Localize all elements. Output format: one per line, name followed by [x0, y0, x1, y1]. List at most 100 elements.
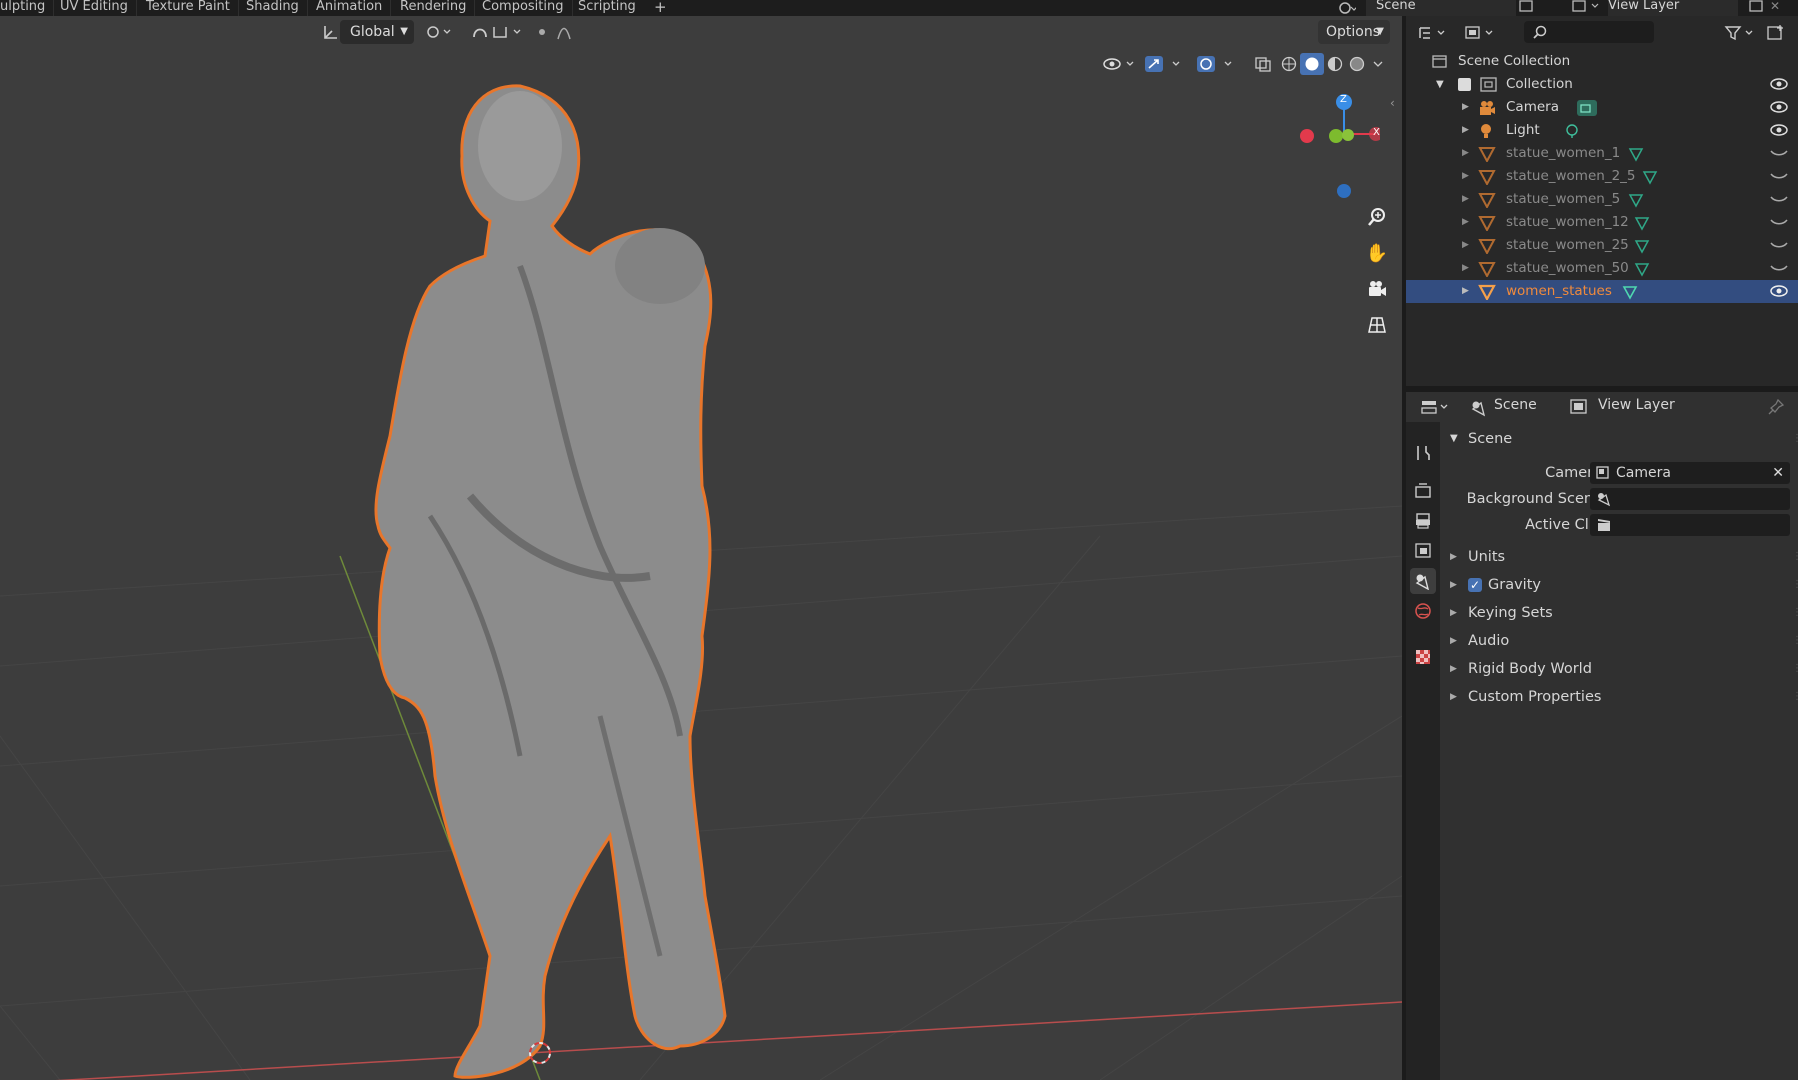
zoom-icon[interactable]: [1362, 202, 1392, 232]
view-layer-tab-icon[interactable]: [1410, 538, 1436, 564]
mesh-data-icon[interactable]: [1622, 285, 1638, 301]
navigation-gizmo[interactable]: Z X: [1290, 86, 1383, 206]
mesh-data-icon[interactable]: [1642, 170, 1658, 186]
expand-arrow-icon[interactable]: ▶: [1450, 572, 1457, 598]
editor-type-icon[interactable]: [1420, 395, 1454, 419]
new-view-layer-icon[interactable]: [1746, 0, 1770, 16]
custom-properties-section[interactable]: ▶ Custom Properties ⋮⋮: [1440, 684, 1798, 710]
drag-handle-icon[interactable]: ⋮⋮: [1792, 600, 1798, 626]
xray-toggle-icon[interactable]: [1250, 52, 1276, 76]
scene-browse-icon[interactable]: [1330, 0, 1364, 16]
drag-handle-icon[interactable]: ⋮⋮: [1792, 572, 1798, 598]
gravity-section[interactable]: ▶ ✓ Gravity ⋮⋮: [1440, 572, 1798, 598]
camera-view-icon[interactable]: [1362, 274, 1392, 304]
eye-visibility-icon[interactable]: [1770, 77, 1788, 91]
outliner-item-statue-women-12[interactable]: ▶ statue_women_12: [1406, 211, 1798, 234]
tool-tab-icon[interactable]: [1410, 440, 1436, 466]
outliner-search-input[interactable]: [1524, 21, 1654, 43]
outliner-item-statue-women-5[interactable]: ▶ statue_women_5: [1406, 188, 1798, 211]
units-section[interactable]: ▶ Units ⋮⋮: [1440, 544, 1798, 570]
pin-icon[interactable]: [1768, 399, 1784, 415]
tab-uv-editing[interactable]: UV Editing: [52, 0, 137, 16]
mesh-data-icon[interactable]: [1634, 216, 1650, 232]
camera-data-icon[interactable]: [1576, 99, 1598, 117]
tab-compositing[interactable]: Compositing: [474, 0, 573, 16]
eye-hidden-icon[interactable]: [1770, 169, 1788, 183]
header-view-layer-label[interactable]: View Layer: [1598, 397, 1675, 413]
expand-arrow-icon[interactable]: ▶: [1462, 165, 1469, 188]
outliner-item-women-statues[interactable]: ▶ women_statues: [1406, 280, 1798, 303]
clear-x-icon[interactable]: ✕: [1772, 460, 1784, 486]
expand-arrow-icon[interactable]: ▶: [1462, 234, 1469, 257]
display-mode-icon[interactable]: [1418, 21, 1452, 45]
collapse-arrow-icon[interactable]: ▼: [1450, 426, 1458, 452]
collapse-arrow-icon[interactable]: ▼: [1436, 73, 1444, 96]
collection-checkbox[interactable]: [1458, 78, 1471, 91]
mesh-data-icon[interactable]: [1628, 147, 1644, 163]
add-workspace-button[interactable]: +: [646, 0, 675, 16]
view-layer-browse-icon[interactable]: [1568, 0, 1608, 16]
outliner-item-light[interactable]: ▶ Light: [1406, 119, 1798, 142]
tab-shading[interactable]: Shading: [238, 0, 308, 16]
background-scene-field[interactable]: [1590, 488, 1790, 510]
active-clip-field[interactable]: [1590, 514, 1790, 536]
options-dropdown[interactable]: Options ▼: [1318, 20, 1390, 44]
expand-arrow-icon[interactable]: ▶: [1462, 142, 1469, 165]
expand-arrow-icon[interactable]: ▶: [1462, 280, 1469, 303]
eye-visibility-icon[interactable]: [1770, 123, 1788, 137]
pivot-point-icon[interactable]: [422, 20, 456, 44]
perspective-toggle-icon[interactable]: [1362, 310, 1392, 340]
outliner-item-statue-women-50[interactable]: ▶ statue_women_50: [1406, 257, 1798, 280]
mesh-data-icon[interactable]: [1628, 193, 1644, 209]
drag-handle-icon[interactable]: ⋮⋮: [1792, 628, 1798, 654]
wireframe-shading-icon[interactable]: [1278, 56, 1300, 72]
outliner-item-statue-women-1[interactable]: ▶ statue_women_1: [1406, 142, 1798, 165]
eye-visibility-icon[interactable]: [1770, 100, 1788, 114]
scene-collection-row[interactable]: Scene Collection: [1406, 50, 1798, 73]
expand-arrow-icon[interactable]: ▶: [1450, 684, 1457, 710]
scene-tab-icon[interactable]: [1410, 568, 1436, 594]
expand-arrow-icon[interactable]: ▶: [1450, 544, 1457, 570]
eye-hidden-icon[interactable]: [1770, 146, 1788, 160]
tab-scripting[interactable]: Scripting: [570, 0, 644, 16]
view-layer-filter-icon[interactable]: [1464, 21, 1500, 45]
output-tab-icon[interactable]: [1410, 508, 1436, 534]
collection-row[interactable]: ▼ Collection: [1406, 73, 1798, 96]
remove-view-layer-icon[interactable]: ✕: [1770, 0, 1794, 16]
scene-panel-header[interactable]: ▼ Scene ⋮⋮: [1440, 426, 1798, 452]
outliner-item-statue-women-25[interactable]: ▶ statue_women_25: [1406, 234, 1798, 257]
expand-arrow-icon[interactable]: ▶: [1450, 600, 1457, 626]
eye-visibility-icon[interactable]: [1770, 284, 1788, 298]
expand-arrow-icon[interactable]: ▶: [1462, 257, 1469, 280]
tab-rendering[interactable]: Rendering: [392, 0, 476, 16]
expand-arrow-icon[interactable]: ▶: [1462, 119, 1469, 142]
view-layer-name-field[interactable]: View Layer: [1608, 0, 1738, 16]
pan-hand-icon[interactable]: ✋: [1362, 238, 1392, 268]
header-scene-label[interactable]: Scene: [1494, 397, 1537, 413]
rendered-shading-icon[interactable]: [1346, 56, 1368, 72]
audio-section[interactable]: ▶ Audio ⋮⋮: [1440, 628, 1798, 654]
new-scene-icon[interactable]: [1516, 0, 1540, 16]
gizmo-toggle-icon[interactable]: [1142, 52, 1186, 76]
tab-sculpting[interactable]: ulpting: [0, 0, 55, 16]
render-tab-icon[interactable]: [1410, 478, 1436, 504]
scene-name-field[interactable]: Scene: [1366, 0, 1516, 16]
snap-icon[interactable]: [468, 20, 534, 44]
drag-handle-icon[interactable]: ⋮⋮: [1792, 544, 1798, 570]
drag-handle-icon[interactable]: ⋮⋮: [1792, 684, 1798, 710]
filter-funnel-icon[interactable]: [1724, 21, 1762, 45]
tab-texture-paint[interactable]: Texture Paint: [138, 0, 239, 16]
expand-arrow-icon[interactable]: ▶: [1450, 628, 1457, 654]
expand-arrow-icon[interactable]: ▶: [1450, 656, 1457, 682]
transform-orientation-dropdown[interactable]: Global ▼: [340, 20, 414, 44]
shading-options-chevron-icon[interactable]: [1368, 60, 1388, 68]
rigid-body-world-section[interactable]: ▶ Rigid Body World ⋮⋮: [1440, 656, 1798, 682]
light-data-icon[interactable]: [1564, 123, 1580, 139]
expand-arrow-icon[interactable]: ▶: [1462, 211, 1469, 234]
eye-hidden-icon[interactable]: [1770, 215, 1788, 229]
drag-handle-icon[interactable]: ⋮⋮: [1792, 656, 1798, 682]
camera-property-field[interactable]: Camera ✕: [1590, 462, 1790, 484]
eye-hidden-icon[interactable]: [1770, 192, 1788, 206]
keying-sets-section[interactable]: ▶ Keying Sets ⋮⋮: [1440, 600, 1798, 626]
mesh-data-icon[interactable]: [1634, 262, 1650, 278]
